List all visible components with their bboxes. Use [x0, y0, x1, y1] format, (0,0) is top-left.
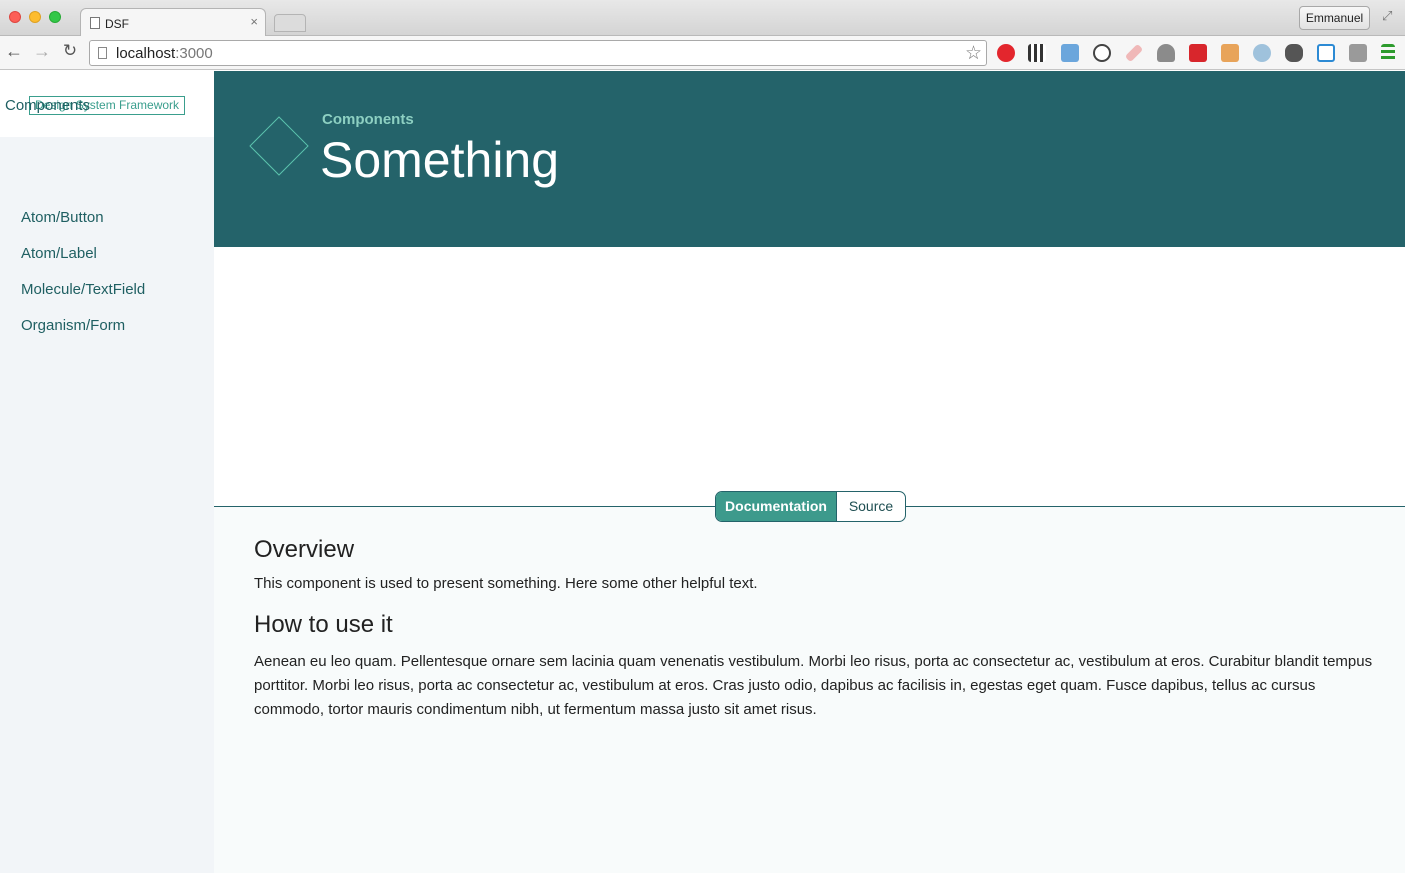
qr-code-icon[interactable] — [1028, 44, 1046, 62]
fullscreen-icon[interactable]: ⤢ — [1382, 8, 1392, 24]
menu-icon[interactable] — [1381, 44, 1395, 62]
url-text[interactable]: localhost:3000 — [116, 45, 213, 62]
zoom-window-button[interactable] — [49, 11, 61, 23]
page-title: Something — [320, 132, 560, 188]
sidebar-heading[interactable]: Components — [5, 97, 90, 114]
browser-tab-bar: DSF × Emmanuel ⤢ — [0, 0, 1405, 37]
close-tab-icon[interactable]: × — [250, 14, 258, 29]
forward-arrow-icon[interactable]: → — [31, 41, 53, 62]
docs-tab-switcher: Documentation Source — [715, 491, 906, 522]
minimize-window-button[interactable] — [29, 11, 41, 23]
reload-icon[interactable]: ↻ — [59, 41, 81, 61]
ghost-off-icon[interactable] — [1157, 44, 1175, 62]
eraser-icon[interactable] — [1124, 43, 1144, 63]
diamond-icon — [249, 116, 309, 176]
tab-source[interactable]: Source — [837, 492, 905, 521]
window-icon[interactable] — [1349, 44, 1367, 62]
calendar-icon[interactable] — [1317, 44, 1335, 62]
component-preview — [214, 247, 1405, 506]
evernote-icon[interactable] — [1285, 44, 1303, 62]
tab-documentation[interactable]: Documentation — [716, 492, 837, 521]
profile-button[interactable]: Emmanuel — [1299, 6, 1370, 30]
back-arrow-icon[interactable]: ← — [3, 41, 25, 62]
breadcrumb: Components — [322, 111, 414, 128]
cors-icon[interactable] — [1189, 44, 1207, 62]
sidebar-item-atom-label[interactable]: Atom/Label — [21, 245, 97, 262]
browser-toolbar: ← → ↻ localhost:3000 ☆ — [0, 36, 1405, 70]
camera-icon[interactable] — [1253, 44, 1271, 62]
page-icon — [90, 17, 100, 29]
component-header: Components Something — [214, 71, 1405, 247]
address-bar[interactable]: localhost:3000 ☆ — [89, 40, 987, 66]
opera-icon[interactable] — [997, 44, 1015, 62]
face-icon[interactable] — [1221, 44, 1239, 62]
sync-icon[interactable] — [1093, 44, 1111, 62]
folder-icon[interactable] — [1061, 44, 1079, 62]
usage-text: Aenean eu leo quam. Pellentesque ornare … — [254, 653, 1373, 718]
sidebar: Design System Framework — [0, 71, 214, 873]
sidebar-item-organism-form[interactable]: Organism/Form — [21, 317, 125, 334]
sidebar-item-molecule-textfield[interactable]: Molecule/TextField — [21, 281, 145, 298]
browser-tab[interactable]: DSF × — [80, 8, 266, 37]
close-window-button[interactable] — [9, 11, 21, 23]
usage-heading: How to use it — [254, 611, 393, 638]
page-icon — [98, 47, 107, 59]
overview-text: This component is used to present someth… — [254, 575, 758, 592]
tab-title: DSF — [105, 17, 129, 31]
sidebar-item-atom-button[interactable]: Atom/Button — [21, 209, 104, 226]
overview-heading: Overview — [254, 536, 355, 563]
bookmark-star-icon[interactable]: ☆ — [965, 42, 982, 65]
new-tab-button[interactable] — [274, 14, 306, 32]
